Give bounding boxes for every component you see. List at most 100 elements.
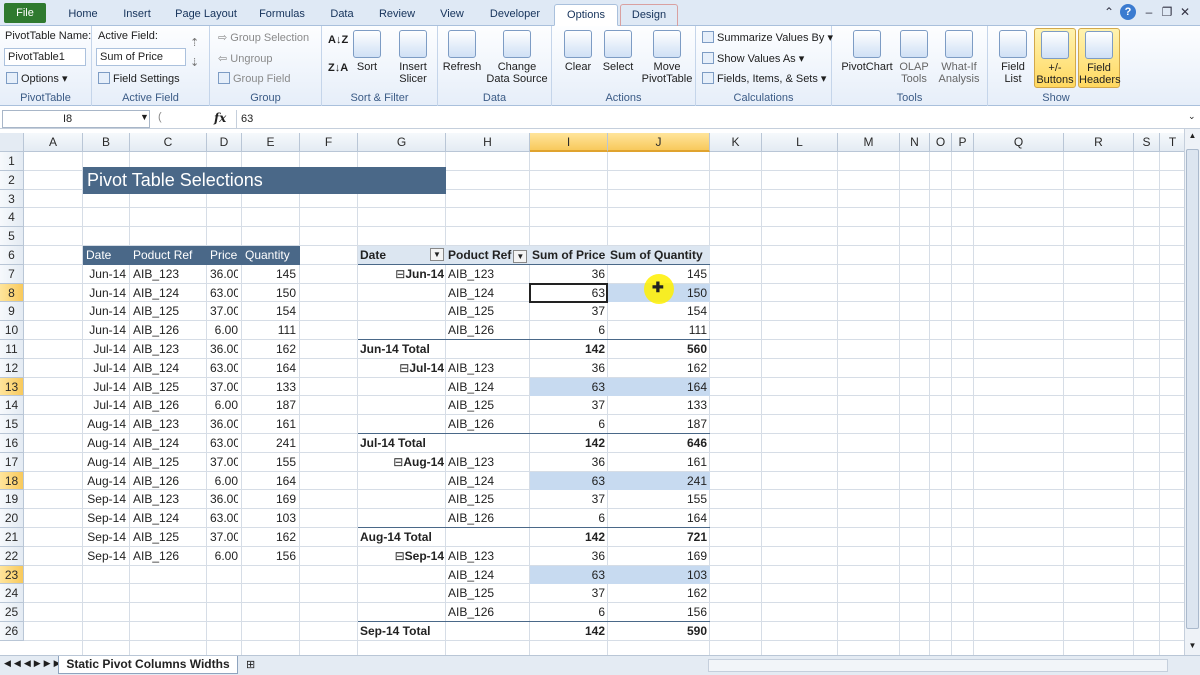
filter-dropdown-icon[interactable]: ▼ [513,250,528,263]
fields-items-sets-button[interactable]: Fields, Items, & Sets ▾ [702,72,826,85]
insert-sheet-icon[interactable]: ⊞ [246,658,255,671]
tab-insert[interactable]: Insert [114,4,160,26]
column-header-r[interactable]: R [1064,133,1134,152]
pivot-price-cell[interactable]: 37 [530,302,605,320]
tab-developer[interactable]: Developer [482,4,548,26]
horizontal-scrollbar[interactable] [708,659,1168,672]
row-header-22[interactable]: 22 [0,546,24,566]
select-button[interactable]: Select [598,28,638,73]
pivot-quantity-cell[interactable]: 161 [608,453,707,471]
tab-view[interactable]: View [430,4,474,26]
tab-home[interactable]: Home [60,4,106,26]
summarize-values-button[interactable]: Summarize Values By ▾ [702,31,833,44]
row-header-1[interactable]: 1 [0,152,24,171]
scroll-down-icon[interactable]: ▼ [1186,641,1199,653]
column-header-e[interactable]: E [242,133,300,152]
row-header-14[interactable]: 14 [0,396,24,416]
tab-review[interactable]: Review [372,4,422,26]
filter-dropdown-icon[interactable]: ▼ [430,248,444,261]
pivot-quantity-cell[interactable]: 646 [608,434,707,452]
column-header-m[interactable]: M [838,133,900,152]
clear-button[interactable]: Clear [558,28,598,73]
row-header-25[interactable]: 25 [0,603,24,622]
what-if-button[interactable]: What-If Analysis [934,28,984,85]
column-header-l[interactable]: L [762,133,838,152]
collapse-field-icon[interactable]: ⇣ [190,56,199,69]
pivot-price-cell[interactable]: 6 [530,415,605,433]
collapse-icon[interactable]: ⊟ [393,455,403,469]
close-icon[interactable]: ✕ [1178,5,1192,19]
row-header-23[interactable]: 23 [0,565,24,585]
pivot-quantity-cell[interactable]: 162 [608,584,707,602]
pivot-quantity-cell[interactable]: 156 [608,603,707,621]
column-header-g[interactable]: G [358,133,446,152]
pivot-quantity-cell[interactable]: 241 [608,472,707,490]
pivot-price-cell[interactable]: 37 [530,396,605,414]
column-header-o[interactable]: O [930,133,952,152]
active-cell-i8[interactable] [529,282,608,304]
field-settings-button[interactable]: Field Settings [98,72,180,85]
pivot-quantity-cell[interactable]: 164 [608,509,707,527]
column-header-n[interactable]: N [900,133,930,152]
pivot-price-cell[interactable]: 6 [530,603,605,621]
pivot-quantity-cell[interactable]: 590 [608,622,707,640]
formula-input[interactable]: 63 [236,110,1184,128]
pivot-price-cell[interactable]: 36 [530,359,605,377]
pivot-quantity-cell[interactable]: 164 [608,378,707,396]
collapse-icon[interactable]: ⊟ [399,361,409,375]
row-header-3[interactable]: 3 [0,189,24,209]
show-values-as-button[interactable]: Show Values As ▾ [702,52,804,65]
row-header-10[interactable]: 10 [0,321,24,340]
buttons-toggle[interactable]: +/- Buttons [1034,28,1076,88]
column-header-h[interactable]: H [446,133,530,152]
pivot-price-cell[interactable]: 63 [530,378,605,396]
pivot-quantity-cell[interactable]: 154 [608,302,707,320]
column-header-c[interactable]: C [130,133,207,152]
pivot-price-cell[interactable]: 36 [530,547,605,565]
pivot-quantity-cell[interactable]: 103 [608,566,707,584]
column-header-b[interactable]: B [83,133,130,152]
row-header-12[interactable]: 12 [0,358,24,378]
row-header-2[interactable]: 2 [0,170,24,190]
vertical-scrollbar[interactable]: ▲ ▼ [1184,129,1200,655]
sheet-nav-arrows-icon[interactable]: ◀◀◀▶▶▶ [4,658,64,669]
ungroup-button[interactable]: ⇦ Ungroup [218,52,272,65]
pivottable-name-input[interactable]: PivotTable1 [4,48,86,66]
sort-button[interactable]: Sort [352,28,382,73]
pivot-price-cell[interactable]: 142 [530,434,605,452]
pivot-quantity-cell[interactable]: 721 [608,528,707,546]
column-header-q[interactable]: Q [974,133,1064,152]
tab-data[interactable]: Data [320,4,364,26]
pivot-quantity-cell[interactable]: 187 [608,415,707,433]
restore-icon[interactable]: ❐ [1160,5,1174,19]
pivotchart-button[interactable]: PivotChart [838,28,896,73]
collapse-icon[interactable]: ⊟ [395,267,405,281]
row-header-5[interactable]: 5 [0,227,24,246]
name-box-dropdown-icon[interactable]: ▼ [140,112,149,122]
scroll-up-icon[interactable]: ▲ [1186,131,1199,143]
row-header-24[interactable]: 24 [0,584,24,604]
column-header-a[interactable]: A [24,133,83,152]
pivot-quantity-cell[interactable]: 111 [608,321,707,339]
select-all-corner[interactable] [0,133,24,152]
help-icon[interactable]: ? [1120,4,1136,20]
pivot-price-cell[interactable]: 142 [530,340,605,358]
row-header-8[interactable]: 8 [0,283,24,303]
row-header-4[interactable]: 4 [0,208,24,228]
column-header-t[interactable]: T [1160,133,1184,152]
expand-field-icon[interactable]: ⇡ [190,36,199,49]
row-header-13[interactable]: 13 [0,377,24,397]
row-header-9[interactable]: 9 [0,302,24,322]
row-header-20[interactable]: 20 [0,509,24,528]
group-field-button[interactable]: Group Field [218,72,290,85]
column-header-j[interactable]: J [608,133,710,152]
column-header-d[interactable]: D [207,133,242,152]
tab-file[interactable]: File [4,3,46,23]
pivot-quantity-cell[interactable]: 133 [608,396,707,414]
sort-za-icon[interactable]: Z↓A [328,62,348,74]
tab-formulas[interactable]: Formulas [252,4,312,26]
name-box[interactable]: I8 [2,110,150,128]
insert-function-icon[interactable]: fx [214,111,226,125]
sort-az-icon[interactable]: A↓Z [328,34,348,46]
pivot-price-cell[interactable]: 142 [530,528,605,546]
